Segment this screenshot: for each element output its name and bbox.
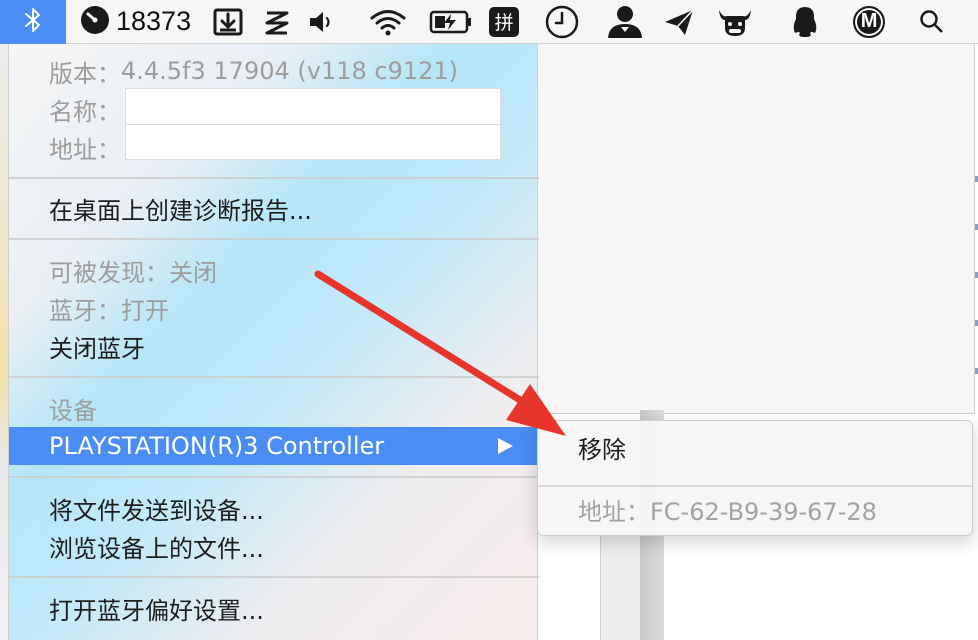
- version-row: 版本： 4.4.5f3 17904 (v118 c9121): [9, 52, 539, 90]
- discoverable-status: 可被发现：关闭: [49, 258, 217, 287]
- app-menu-extra[interactable]: [263, 0, 291, 44]
- input-method-indicator: 拼: [489, 6, 520, 37]
- submenu-arrow-icon: [498, 438, 513, 454]
- profile-menu-extra[interactable]: M: [853, 0, 886, 44]
- menu-separator: [9, 576, 539, 578]
- address-field: [125, 124, 501, 160]
- devices-header: 设备: [49, 396, 97, 425]
- zigzag-icon: [263, 7, 291, 37]
- clock-icon: [545, 5, 579, 39]
- download-menu-extra[interactable]: [213, 0, 243, 44]
- remove-device-item[interactable]: 移除: [538, 426, 972, 468]
- speaker-icon: [307, 9, 335, 35]
- bluetooth-icon: [24, 7, 42, 37]
- wifi-menu-extra[interactable]: [369, 0, 407, 44]
- menu-separator: [9, 238, 539, 240]
- stats-counter: 18373: [116, 6, 192, 36]
- bluetooth-menu-extra[interactable]: [0, 0, 66, 44]
- menu-separator: [9, 177, 539, 179]
- profile-avatar: M: [853, 5, 886, 38]
- device-submenu: 移除 地址：FC-62-B9-39-67-28: [537, 420, 973, 536]
- menu-separator: [9, 376, 539, 378]
- user-menu-extra[interactable]: [605, 0, 645, 44]
- device-name: PLAYSTATION(R)3 Controller: [49, 432, 385, 460]
- bluetooth-dropdown-menu: 版本： 4.4.5f3 17904 (v118 c9121) 名称： 地址： 在…: [8, 44, 539, 640]
- device-address: 地址：FC-62-B9-39-67-28: [578, 497, 877, 526]
- battery-charging-icon: [429, 9, 473, 35]
- search-icon: [919, 9, 943, 35]
- battery-menu-extra[interactable]: [429, 0, 473, 44]
- browse-files-item[interactable]: 浏览设备上的文件...: [9, 527, 539, 565]
- input-method-menu-extra[interactable]: 拼: [489, 0, 520, 44]
- version-label: 版本：: [49, 59, 121, 88]
- background-panel-lower: [600, 520, 640, 640]
- background-panel: [538, 44, 975, 414]
- menu-separator: [538, 485, 972, 487]
- turn-off-bluetooth-item[interactable]: 关闭蓝牙: [9, 327, 539, 365]
- menu-separator: [9, 476, 539, 478]
- version-value: 4.4.5f3 17904 (v118 c9121): [121, 57, 459, 85]
- stats-menu-extra[interactable]: 18373: [80, 0, 191, 44]
- address-label: 地址：: [49, 135, 121, 164]
- name-label: 名称：: [49, 97, 121, 126]
- open-bluetooth-preferences-item[interactable]: 打开蓝牙偏好设置...: [9, 589, 539, 627]
- penguin-icon: [791, 5, 819, 39]
- volume-menu-extra[interactable]: [307, 0, 335, 44]
- send-file-item[interactable]: 将文件发送到设备...: [9, 489, 539, 527]
- bluetooth-status: 蓝牙：打开: [49, 296, 169, 325]
- menu-bar: 18373 拼 M: [0, 0, 978, 44]
- name-field: [125, 88, 501, 124]
- paper-plane-icon: [663, 7, 695, 37]
- spotlight-menu-extra[interactable]: [919, 0, 943, 44]
- wifi-icon: [369, 8, 407, 36]
- download-tray-icon: [213, 8, 243, 36]
- clock-menu-extra[interactable]: [545, 0, 579, 44]
- qq-menu-extra[interactable]: [791, 0, 819, 44]
- device-item-ps3-controller[interactable]: PLAYSTATION(R)3 Controller: [9, 427, 539, 465]
- cow-menu-extra[interactable]: [717, 0, 753, 44]
- person-icon: [605, 4, 645, 40]
- gauge-icon: [80, 5, 110, 39]
- cow-icon: [717, 6, 753, 38]
- send-menu-extra[interactable]: [663, 0, 695, 44]
- create-diagnostic-report-item[interactable]: 在桌面上创建诊断报告...: [9, 189, 539, 227]
